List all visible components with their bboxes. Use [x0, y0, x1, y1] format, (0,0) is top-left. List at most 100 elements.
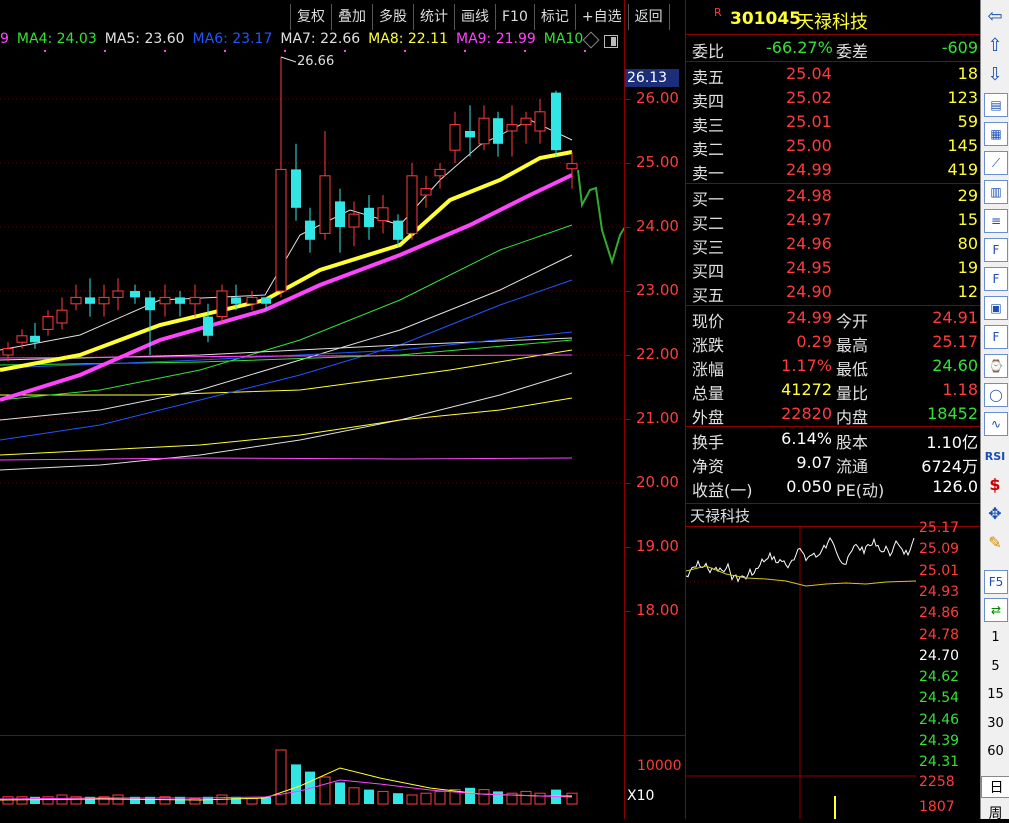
kline-chart[interactable] [0, 0, 624, 735]
intraday-price-label: 24.46 [919, 711, 960, 728]
order-price: 25.02 [786, 88, 832, 107]
toolbar-item[interactable]: 叠加 [332, 4, 373, 30]
intraday-price-label: 24.78 [919, 626, 960, 643]
high-annotation: 26.66 [297, 54, 335, 69]
order-row[interactable]: 买四 24.95 19 [686, 258, 980, 281]
period-button[interactable]: 1 [981, 630, 1009, 645]
circle-icon[interactable]: ◯ [984, 383, 1008, 407]
volume-bar [291, 764, 301, 804]
left-arrow-icon[interactable]: ⇦ [984, 6, 1006, 28]
toolbar-item[interactable]: 标记 [535, 4, 576, 30]
toolbar-item[interactable]: 统计 [414, 4, 455, 30]
price-axis-label: 26.00 [636, 89, 679, 107]
order-row[interactable]: 卖三 25.01 59 [686, 112, 980, 135]
f10-icon[interactable]: F [984, 238, 1008, 262]
order-volume: 29 [957, 186, 978, 205]
f-icon[interactable]: F [984, 267, 1008, 291]
list-icon[interactable]: ≡ [984, 209, 1008, 233]
down-arrow-icon[interactable]: ⇩ [984, 64, 1006, 86]
period-button[interactable]: 60 [981, 744, 1009, 759]
volume-chart [0, 749, 578, 805]
grid-icon[interactable]: ▦ [984, 122, 1008, 146]
order-price: 25.00 [786, 136, 832, 155]
price-axis-label: 20.00 [636, 473, 679, 491]
toolbar-item[interactable]: 画线 [455, 4, 496, 30]
order-row[interactable]: 买三 24.96 80 [686, 234, 980, 257]
price-tick [625, 611, 631, 612]
f12-icon[interactable]: F [984, 325, 1008, 349]
period-button[interactable]: 15 [981, 687, 1009, 702]
order-row[interactable]: 卖四 25.02 123 [686, 88, 980, 111]
order-price: 24.99 [786, 160, 832, 179]
intraday-price-label: 24.86 [919, 605, 960, 622]
candle-body [56, 309, 68, 324]
price-tick [625, 419, 631, 420]
order-label: 买五 [692, 286, 725, 305]
candle-body [216, 290, 228, 318]
price-axis-label: 19.00 [636, 537, 679, 555]
order-row[interactable]: 买一 24.98 29 [686, 186, 980, 209]
period-button[interactable]: 日 [981, 776, 1009, 798]
notebook-icon[interactable]: ▤ [984, 93, 1008, 117]
toolbar-item[interactable]: F10 [496, 4, 535, 30]
candle-icon[interactable]: ▥ [984, 180, 1008, 204]
up-arrow-icon[interactable]: ⇧ [984, 35, 1006, 57]
toolbar-item[interactable]: 复权 [291, 4, 332, 30]
candle-body [85, 297, 95, 304]
volume-bar [335, 782, 345, 804]
volume-bar [420, 792, 432, 805]
order-row[interactable]: 卖一 24.99 419 [686, 160, 980, 183]
order-row[interactable]: 卖二 25.00 145 [686, 136, 980, 159]
dollar-icon[interactable]: $ [984, 474, 1006, 496]
order-volume: 15 [957, 210, 978, 229]
line-chart-icon[interactable]: ⟋ [984, 151, 1008, 175]
switch-icon[interactable]: ⇄ [984, 598, 1008, 622]
fundamental-row: 收益(一) 0.050 PE(动) 126.0 [692, 477, 978, 500]
toolbar-item[interactable]: +自选 [576, 4, 629, 30]
price-tick [625, 163, 631, 164]
clock-icon[interactable]: ⌚ [984, 354, 1008, 378]
legend-panel-icon[interactable] [604, 35, 618, 48]
price-tick [625, 355, 631, 356]
rsi-button[interactable]: RSI [984, 446, 1006, 468]
candle-body [377, 207, 389, 222]
order-volume: 18 [957, 64, 978, 83]
order-row[interactable]: 买二 24.97 15 [686, 210, 980, 233]
price-axis-label: 22.00 [636, 345, 679, 363]
order-label: 卖五 [692, 68, 725, 87]
volume-bar [42, 796, 54, 805]
order-label: 买四 [692, 262, 725, 281]
price-tick [625, 291, 631, 292]
intraday-chart[interactable] [686, 526, 916, 819]
bookmark-icon[interactable]: ▣ [984, 296, 1008, 320]
period-button[interactable]: 周 [981, 803, 1009, 823]
price-tick [625, 547, 631, 548]
volume-bar [319, 776, 331, 805]
order-row[interactable]: 卖五 25.04 18 [686, 64, 980, 87]
order-row[interactable]: 买五 24.90 12 [686, 282, 980, 305]
candle-body [159, 296, 171, 305]
intraday-price-label: 25.17 [919, 520, 960, 536]
wave-icon[interactable]: ∿ [984, 412, 1008, 436]
order-label: 买二 [692, 214, 725, 233]
pencil-icon[interactable]: ✎ [984, 532, 1006, 554]
period-button[interactable]: 30 [981, 716, 1009, 731]
candle-body [551, 92, 561, 151]
price-axis-label: 25.00 [636, 153, 679, 171]
ma-legend-item: MA6: 23.17 [192, 31, 273, 47]
intraday-price-label: 24.93 [919, 583, 960, 600]
intraday-volume-label: 2258 [919, 774, 955, 790]
toolbar-item[interactable]: 多股 [373, 4, 414, 30]
candle-body [406, 175, 418, 234]
order-volume: 145 [947, 136, 978, 155]
move-icon[interactable]: ✥ [984, 503, 1006, 525]
f5-icon[interactable]: F5 [984, 570, 1008, 594]
volume-bar [465, 787, 475, 804]
toolbar-item[interactable]: 返回 [629, 4, 670, 30]
candle-body [231, 297, 241, 304]
quote-row: 总量 41272 量比 1.18 [692, 380, 978, 403]
order-label: 卖三 [692, 116, 725, 135]
stock-badge: R [714, 6, 722, 19]
period-button[interactable]: 5 [981, 659, 1009, 674]
intraday-volume-label: 1807 [919, 799, 955, 815]
